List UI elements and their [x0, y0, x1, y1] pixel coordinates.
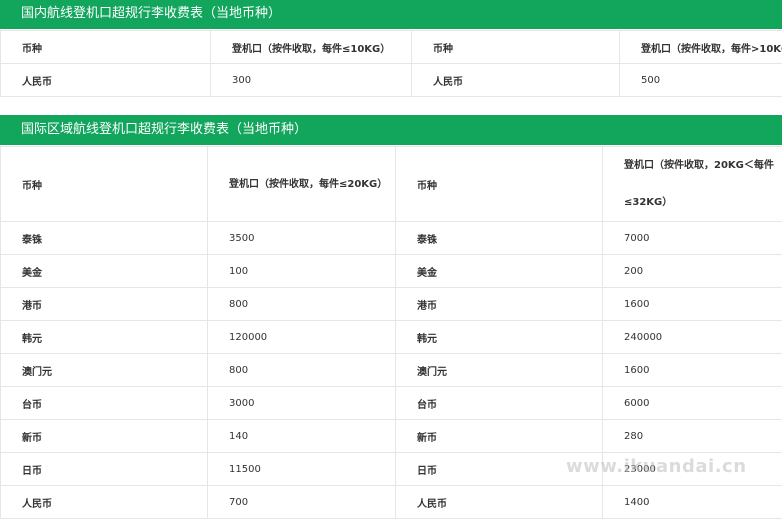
fee-cell: 1600	[603, 354, 782, 387]
table-row: 港币800港币1600	[1, 288, 782, 321]
fee-cell: 7000	[603, 222, 782, 255]
currency-cell: 港币	[1, 288, 208, 321]
domestic-fee-table: 币种 登机口（按件收取，每件≤10KG） 币种 登机口（按件收取，每件>10KG…	[0, 30, 782, 97]
fee-cell: 200	[603, 255, 782, 288]
currency-cell: 台币	[396, 387, 603, 420]
table-header-row: 币种 登机口（按件收取，每件≤10KG） 币种 登机口（按件收取，每件>10KG	[1, 31, 782, 64]
currency-cell: 人民币	[1, 64, 211, 97]
header-fee: 登机口（按件收取，每件>10KG	[620, 31, 782, 64]
watermark: www.ikuandai.cn	[566, 456, 747, 477]
fee-cell: 240000	[603, 321, 782, 354]
currency-cell: 日币	[1, 453, 208, 486]
currency-cell: 新币	[1, 420, 208, 453]
fee-cell: 120000	[208, 321, 396, 354]
currency-cell: 港币	[396, 288, 603, 321]
international-table-title: 国际区域航线登机口超规行李收费表（当地币种）	[0, 115, 782, 145]
currency-cell: 美金	[396, 255, 603, 288]
currency-cell: 泰铢	[396, 222, 603, 255]
domestic-table-title: 国内航线登机口超规行李收费表（当地币种）	[0, 0, 782, 29]
fee-cell: 700	[208, 486, 396, 519]
currency-cell: 美金	[1, 255, 208, 288]
table-row: 美金100美金200	[1, 255, 782, 288]
header-currency: 币种	[1, 31, 211, 64]
table-row: 新币140新币280	[1, 420, 782, 453]
currency-cell: 泰铢	[1, 222, 208, 255]
currency-cell: 人民币	[1, 486, 208, 519]
table-row: 台币3000台币6000	[1, 387, 782, 420]
table-row: 韩元120000韩元240000	[1, 321, 782, 354]
table-row: 澳门元800澳门元1600	[1, 354, 782, 387]
header-fee: 登机口（按件收取，20KG＜每件≤32KG）	[603, 147, 782, 222]
fee-cell: 6000	[603, 387, 782, 420]
fee-cell: 280	[603, 420, 782, 453]
header-currency: 币种	[1, 147, 208, 222]
fee-cell: 140	[208, 420, 396, 453]
header-currency: 币种	[396, 147, 603, 222]
header-fee: 登机口（按件收取，每件≤10KG）	[211, 31, 412, 64]
currency-cell: 韩元	[396, 321, 603, 354]
fee-cell: 300	[211, 64, 412, 97]
currency-cell: 韩元	[1, 321, 208, 354]
table-row: 泰铢3500泰铢7000	[1, 222, 782, 255]
fee-cell: 100	[208, 255, 396, 288]
currency-cell: 新币	[396, 420, 603, 453]
header-fee: 登机口（按件收取，每件≤20KG）	[208, 147, 396, 222]
currency-cell: 澳门元	[1, 354, 208, 387]
currency-cell: 人民币	[412, 64, 620, 97]
fee-cell: 3000	[208, 387, 396, 420]
currency-cell: 台币	[1, 387, 208, 420]
fee-cell: 800	[208, 354, 396, 387]
fee-cell: 800	[208, 288, 396, 321]
fee-cell: 3500	[208, 222, 396, 255]
table-row: 人民币700人民币1400	[1, 486, 782, 519]
currency-cell: 澳门元	[396, 354, 603, 387]
header-currency: 币种	[412, 31, 620, 64]
table-row: 人民币 300 人民币 500	[1, 64, 782, 97]
table-header-row: 币种 登机口（按件收取，每件≤20KG） 币种 登机口（按件收取，20KG＜每件…	[1, 147, 782, 222]
fee-cell: 1400	[603, 486, 782, 519]
currency-cell: 人民币	[396, 486, 603, 519]
fee-cell: 1600	[603, 288, 782, 321]
fee-cell: 11500	[208, 453, 396, 486]
fee-cell: 500	[620, 64, 782, 97]
